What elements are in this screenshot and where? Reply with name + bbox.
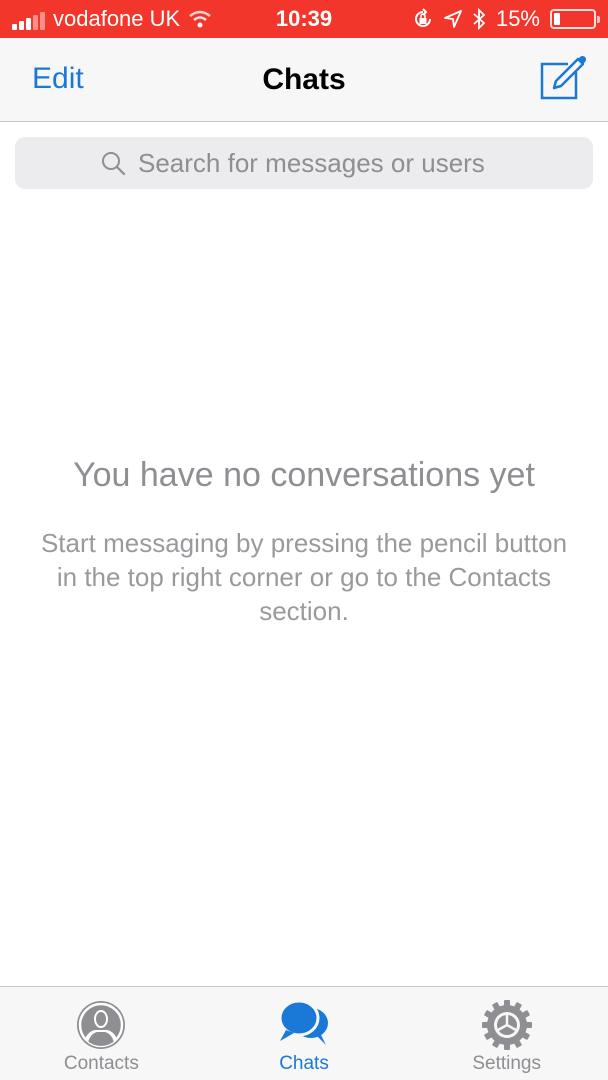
tab-bar: Contacts Chats Settings (0, 986, 608, 1080)
tab-label: Settings (472, 1053, 541, 1074)
search-input[interactable] (138, 147, 508, 179)
compose-button[interactable] (538, 54, 587, 102)
gear-icon (481, 1000, 532, 1050)
person-icon (77, 1001, 126, 1049)
search-icon (102, 152, 126, 176)
tab-settings[interactable]: Settings (405, 987, 608, 1080)
page-title: Chats (262, 63, 346, 96)
search-bar[interactable] (15, 137, 593, 189)
empty-state-title: You have no conversations yet (73, 456, 535, 494)
tab-label: Chats (279, 1053, 329, 1074)
status-bar: vodafone UK 10:39 15% (0, 0, 608, 38)
empty-state-description: Start messaging by pressing the pencil b… (40, 528, 568, 626)
tab-label: Contacts (63, 1053, 139, 1074)
tab-contacts[interactable]: Contacts (0, 987, 203, 1080)
battery-percent: 15% (495, 6, 540, 31)
navigation-bar: Edit Chats (0, 38, 608, 122)
tab-chats[interactable]: Chats (203, 987, 406, 1080)
compose-pencil-icon (540, 55, 587, 100)
location-icon (444, 10, 462, 28)
bluetooth-icon (473, 8, 486, 30)
rotation-lock-icon (414, 8, 431, 27)
chat-bubbles-icon (278, 999, 328, 1045)
battery-icon (550, 9, 600, 29)
